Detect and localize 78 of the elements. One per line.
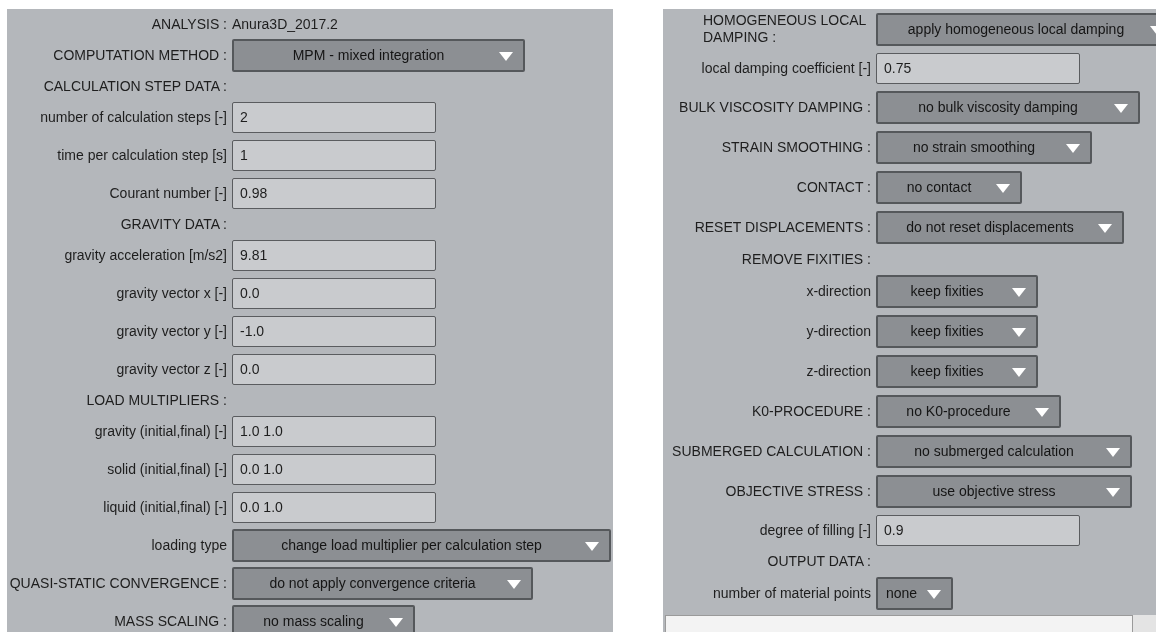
field-label: ANALYSIS : [151,16,227,32]
input-field[interactable]: 0.0 1.0 [232,491,436,523]
field-label: K0-PROCEDURE : [751,403,871,419]
input-field[interactable]: 0.98 [232,177,436,209]
field-label: local damping coefficient [-] [701,60,871,76]
field-label: gravity acceleration [m/s2] [64,247,227,263]
analysis-value: Anura3D_2017.2 [232,16,338,32]
caret-icon [1035,407,1049,417]
caret-icon [1012,287,1026,297]
input-field[interactable]: 1.0 1.0 [232,415,436,447]
input-field[interactable]: -1.0 [232,315,436,347]
caret-icon [996,183,1010,193]
dropdown[interactable]: do not apply convergence criteria [232,566,533,600]
input-field[interactable]: 0.0 1.0 [232,453,436,485]
caret-icon [499,51,513,61]
dropdown[interactable]: no mass scaling [232,604,415,632]
dropdown[interactable]: no contact [876,170,1022,204]
field-label: STRAIN SMOOTHING : [721,139,871,155]
dropdown[interactable]: change load multiplier per calculation step [232,528,611,562]
section-heading: OUTPUT DATA : [767,553,871,569]
field-label: solid (initial,final) [-] [107,461,227,477]
field-label: number of material points [713,585,871,601]
field-label: number of calculation steps [-] [40,109,227,125]
caret-icon [927,589,941,599]
field-label: BULK VISCOSITY DAMPING : [679,99,871,115]
dropdown[interactable]: no strain smoothing [876,130,1092,164]
caret-icon [585,541,599,551]
caret-icon [1106,447,1120,457]
field-label: COMPUTATION METHOD : [53,47,227,63]
input-field[interactable]: 0.0 [232,277,436,309]
caret-icon [1114,103,1128,113]
caret-icon [1066,143,1080,153]
caret-icon [1012,367,1026,377]
dropdown[interactable]: no submerged calculation [876,434,1132,468]
field-label: y-direction [806,323,871,339]
input-field[interactable]: 0.9 [876,514,1080,546]
field-label: RESET DISPLACEMENTS : [694,219,871,235]
section-heading: REMOVE FIXITIES : [741,251,871,267]
field-label: SUBMERGED CALCULATION : [672,443,871,459]
section-heading: CALCULATION STEP DATA : [43,78,227,94]
input-field[interactable]: 1 [232,139,436,171]
field-label: MASS SCALING : [114,613,227,629]
field-label: CONTACT : [796,179,871,195]
input-field[interactable]: 0.0 [232,353,436,385]
input-field[interactable]: 9.81 [232,239,436,271]
caret-icon [1012,327,1026,337]
dropdown[interactable]: keep fixities [876,274,1038,308]
dropdown[interactable]: no bulk viscosity damping [876,90,1140,124]
dropdown[interactable]: none [876,576,953,610]
field-label: QUASI-STATIC CONVERGENCE : [9,575,227,591]
field-label: gravity vector y [-] [116,323,227,339]
field-label: gravity vector z [-] [116,361,227,377]
caret-icon [1106,487,1120,497]
field-label: gravity (initial,final) [-] [94,423,227,439]
caret-icon [1098,223,1112,233]
field-label: loading type [151,537,227,553]
dropdown[interactable]: MPM - mixed integration [232,38,525,72]
field-label: liquid (initial,final) [-] [103,499,227,515]
caret-icon [389,617,403,627]
section-heading: GRAVITY DATA : [120,216,227,232]
field-label: z-direction [806,363,871,379]
dropdown[interactable]: apply homogeneous local damping [876,12,1156,46]
input-field[interactable]: 2 [232,101,436,133]
dropdown[interactable]: use objective stress [876,474,1132,508]
field-label: HOMOGENEOUS LOCAL DAMPING : [703,12,867,46]
field-label: gravity vector x [-] [116,285,227,301]
field-label: Courant number [-] [109,185,227,201]
dropdown[interactable]: no K0-procedure [876,394,1061,428]
dropdown[interactable]: keep fixities [876,314,1038,348]
input-field[interactable]: 0.75 [876,52,1080,84]
caret-icon [507,579,521,589]
field-label: degree of filling [-] [759,522,871,538]
dropdown[interactable]: do not reset displacements [876,210,1124,244]
field-label: time per calculation step [s] [57,147,227,163]
section-heading: LOAD MULTIPLIERS : [86,392,227,408]
field-label: OBJECTIVE STRESS : [725,483,871,499]
field-label: x-direction [806,283,871,299]
dropdown[interactable]: keep fixities [876,354,1038,388]
